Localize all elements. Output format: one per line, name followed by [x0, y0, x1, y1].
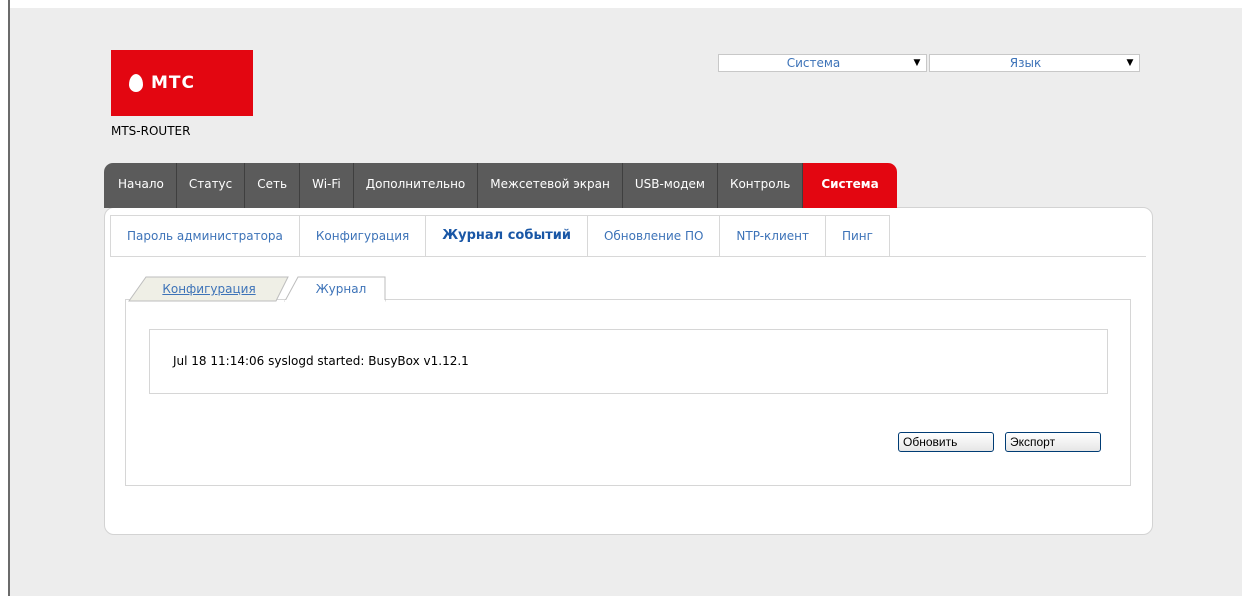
- device-model: MTS-ROUTER: [111, 124, 191, 138]
- tab-ping[interactable]: Пинг: [825, 216, 890, 257]
- nav-tab-wifi[interactable]: Wi-Fi: [300, 163, 354, 208]
- system-select[interactable]: Система ▼: [718, 54, 927, 72]
- language-select-value: Язык: [1009, 56, 1042, 70]
- chevron-down-icon: ▼: [913, 58, 921, 68]
- system-select-value: Система: [786, 56, 841, 70]
- egg-icon: [129, 74, 143, 92]
- nav-tab-network[interactable]: Сеть: [245, 163, 301, 208]
- log-line: Jul 18 11:14:06 syslogd started: BusyBox…: [173, 354, 469, 368]
- nav-tab-usb-modem[interactable]: USB-модем: [622, 163, 718, 208]
- tab-firmware-update[interactable]: Обновление ПО: [587, 216, 721, 257]
- nav-tab-advanced[interactable]: Дополнительно: [353, 163, 479, 208]
- tab-admin-password[interactable]: Пароль администратора: [111, 216, 300, 257]
- nav-tab-status[interactable]: Статус: [176, 163, 246, 208]
- logo-text: МТС: [151, 73, 195, 93]
- chevron-down-icon: ▼: [1126, 58, 1134, 68]
- mts-logo: МТС: [111, 50, 253, 116]
- refresh-button[interactable]: Обновить: [898, 432, 994, 452]
- export-button[interactable]: Экспорт: [1005, 432, 1101, 452]
- nav-tab-firewall[interactable]: Межсетевой экран: [478, 163, 623, 208]
- tab-ntp-client[interactable]: NTP-клиент: [720, 216, 826, 257]
- nav-tab-system[interactable]: Система: [803, 163, 897, 208]
- log-output: Jul 18 11:14:06 syslogd started: BusyBox…: [149, 329, 1108, 394]
- nav-tab-control[interactable]: Контроль: [717, 163, 804, 208]
- tab-event-log[interactable]: Журнал событий: [426, 216, 588, 257]
- inner-tab-journal[interactable]: Журнал: [296, 277, 386, 301]
- nav-tab-home[interactable]: Начало: [104, 163, 177, 208]
- tab-configuration[interactable]: Конфигурация: [299, 216, 427, 257]
- main-nav: Начало Статус Сеть Wi-Fi Дополнительно М…: [104, 163, 897, 208]
- sub-nav-divider: [110, 256, 1146, 257]
- inner-tab-config[interactable]: Конфигурация: [130, 277, 288, 301]
- inner-tab-config-label: Конфигурация: [162, 282, 256, 296]
- language-select[interactable]: Язык ▼: [929, 54, 1140, 72]
- sub-nav: Пароль администратора Конфигурация Журна…: [110, 215, 890, 257]
